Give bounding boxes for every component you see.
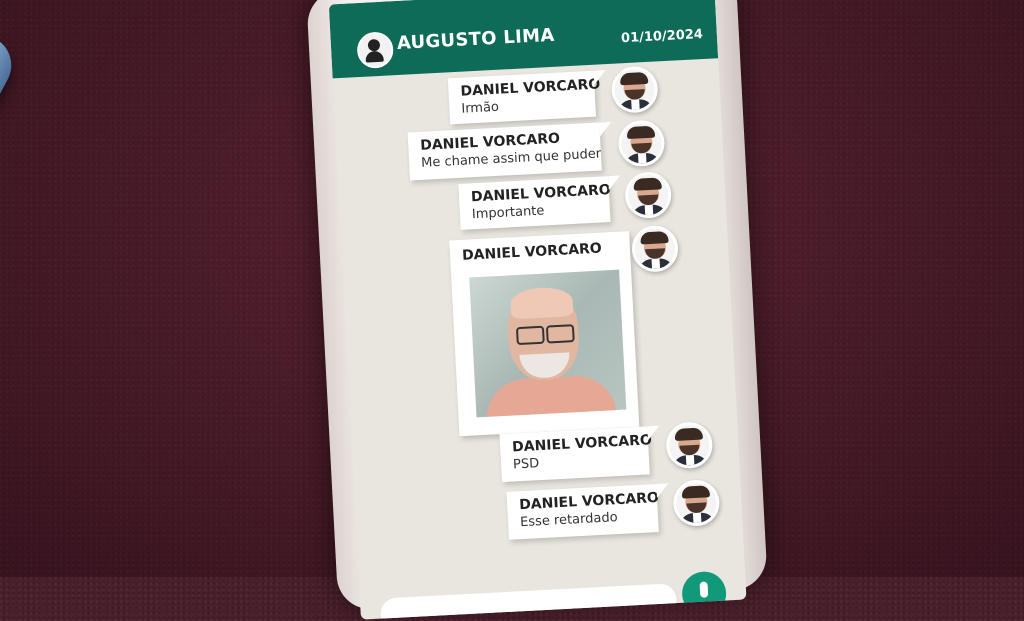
message-bubble[interactable]: DANIEL VORCARO Me chame assim que puder [407,122,602,181]
contact-name[interactable]: AUGUSTO LIMA [396,25,555,54]
message-bubble[interactable]: DANIEL VORCARO Esse retardado [506,484,659,540]
avatar-beard [686,502,707,514]
sender-avatar-icon[interactable] [672,478,721,528]
contact-avatar-icon[interactable] [356,31,395,70]
message-bubble[interactable]: DANIEL VORCARO Importante [458,176,611,230]
sender-avatar-icon[interactable] [630,224,680,273]
avatar-shirt [685,455,695,466]
photo-attachment[interactable] [469,269,627,418]
avatar-shirt [692,512,702,524]
avatar-beard [638,194,659,206]
avatar-hair [633,177,662,191]
chat-date: 01/10/2024 [620,26,704,47]
avatar-beard [631,142,652,154]
sender-avatar-icon[interactable] [665,421,714,470]
avatar-beard [645,248,666,260]
chat-screen: AUGUSTO LIMA 01/10/2024 DANIEL VORCARO I… [328,0,747,620]
avatar-head-shape [367,38,381,52]
avatar-body-shape [365,50,384,63]
avatar-hair [626,125,656,140]
phone: AUGUSTO LIMA 01/10/2024 DANIEL VORCARO I… [306,0,768,620]
avatar-beard [679,444,700,456]
sender-avatar-icon[interactable] [610,65,659,114]
avatar-hair [674,427,704,441]
avatar-shirt [651,258,661,269]
avatar-beard [624,89,646,101]
photo-person-bald [509,286,574,320]
avatar-shirt [637,153,647,164]
photo-person-glasses-left [515,325,545,346]
message-sender: DANIEL VORCARO [461,240,603,264]
photo-person-glasses-right [545,324,575,344]
message-bubble[interactable]: DANIEL VORCARO Irmão [447,70,601,125]
sender-avatar-icon[interactable] [624,170,673,220]
photo-message-bubble[interactable]: DANIEL VORCARO [449,231,640,437]
avatar-hair [619,71,649,86]
photo-person-shirt [484,374,617,418]
sender-avatar-icon[interactable] [617,119,666,168]
message-bubble[interactable]: DANIEL VORCARO PSD [499,426,652,483]
avatar-shirt [644,204,654,216]
message-list: DANIEL VORCARO Irmão DANIEL VORCARO Me c… [333,58,747,619]
avatar-shirt [631,99,640,110]
avatar-hair [640,231,669,245]
avatar-hair [681,485,711,499]
